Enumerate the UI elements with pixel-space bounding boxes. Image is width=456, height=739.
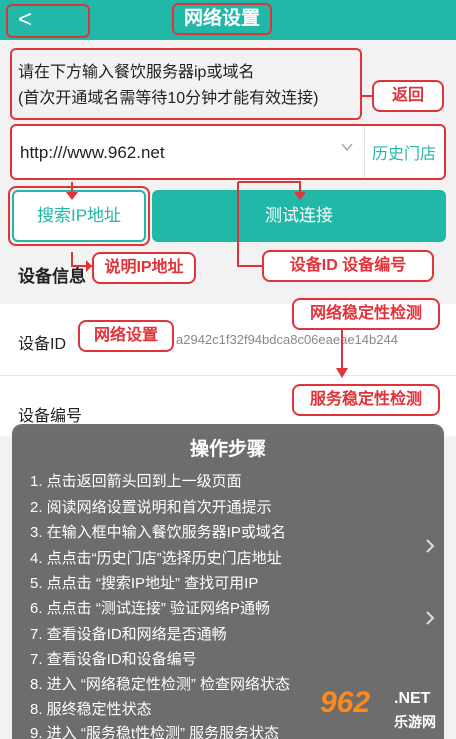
- divider: [364, 126, 365, 178]
- step-item: 8. 进入 “网络稳定性检测” 检查网络状态: [30, 676, 291, 693]
- back-button[interactable]: <: [6, 4, 90, 38]
- callout-explain-ip: 说明IP地址: [92, 252, 196, 284]
- step-item: 1. 点击返回箭头回到上一级页面: [30, 473, 242, 490]
- device-number-label: 设备编号: [18, 408, 83, 425]
- watermark-logo: 962 .NET 乐游网: [318, 686, 450, 736]
- step-item: 3. 在输入框中输入餐饮服务器IP或域名: [30, 524, 286, 541]
- header-bar: < 网络设置: [0, 0, 456, 40]
- server-address-input[interactable]: [20, 140, 320, 166]
- step-item: 6. 点点击 “测试连接” 验证网络P通畅: [30, 600, 271, 617]
- step-item: 4. 点点击“历史门店”选择历史门店地址: [30, 550, 282, 567]
- server-input-row: 历史门店: [10, 124, 446, 180]
- history-stores-button[interactable]: 历史门店: [372, 140, 436, 164]
- watermark-net: .NET: [394, 690, 431, 707]
- test-connection-button[interactable]: 测试连接: [152, 190, 446, 242]
- watermark-sub: 乐游网: [394, 714, 436, 730]
- chevron-right-icon[interactable]: [424, 538, 436, 554]
- callout-service-stability: 服务稳定性检测: [292, 384, 440, 416]
- device-info-heading: 设备信息: [18, 267, 86, 286]
- instructions-line-2: (首次开通域名需等待10分钟才能有效连接): [18, 90, 319, 107]
- back-arrow-icon: <: [18, 6, 33, 33]
- callout-device-id-number: 设备ID 设备编号: [262, 250, 434, 282]
- step-item: 7. 查看设备ID和设备编号: [30, 651, 197, 668]
- step-item: 8. 服终稳定性状态: [30, 701, 152, 718]
- chevron-right-icon[interactable]: [424, 610, 436, 626]
- callout-back: 返回: [372, 80, 444, 112]
- step-item: 2. 阅读网络设置说明和首次开通提示: [30, 499, 272, 516]
- steps-title: 操作步骤: [189, 439, 266, 460]
- callout-network-settings: 网络设置: [78, 320, 174, 352]
- page-title: 网络设置: [172, 3, 272, 35]
- device-id-label: 设备ID: [18, 336, 67, 353]
- watermark-brand: 962: [320, 686, 371, 719]
- instructions-line-1: 请在下方输入餐饮服务器ip或域名: [18, 64, 255, 81]
- step-item: 9. 进入 “服务稳t性检测” 服务服务状态: [30, 725, 280, 739]
- step-item: 5. 点点击 “搜索IP地址” 查找可用IP: [30, 575, 259, 592]
- callout-network-stability: 网络稳定性检测: [292, 298, 440, 330]
- search-ip-button[interactable]: 搜索IP地址: [12, 190, 146, 242]
- chevron-down-icon[interactable]: [340, 140, 354, 154]
- step-item: 7. 查看设备ID和网络是否通畅: [30, 626, 227, 643]
- device-id-value: a2942c1f32f94bdca8c06eaeae14b244: [176, 332, 398, 347]
